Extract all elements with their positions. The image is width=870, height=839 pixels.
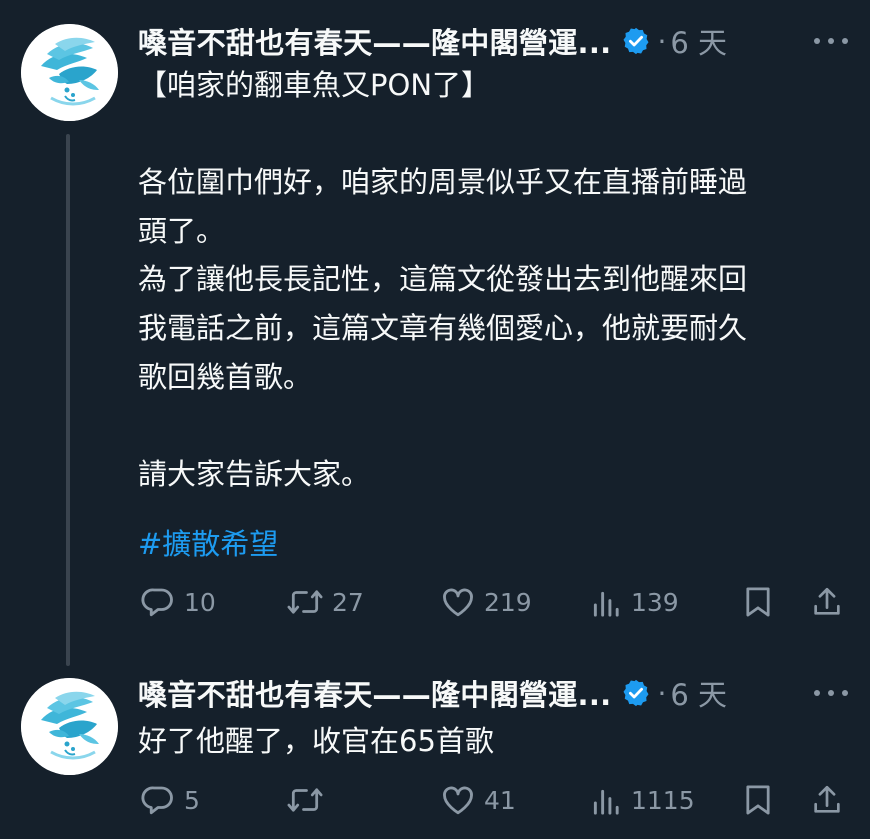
timestamp[interactable]: 6 天 xyxy=(670,672,727,714)
views-button[interactable]: 139 xyxy=(591,582,679,622)
header-separator: · xyxy=(657,24,667,58)
share-button[interactable] xyxy=(810,780,844,820)
more-options-button[interactable] xyxy=(814,683,848,703)
heart-icon xyxy=(443,786,473,815)
tweet-text: 好了他醒了，收官在65首歌 xyxy=(138,724,494,758)
timestamp[interactable]: 6 天 xyxy=(670,20,727,62)
view-count: 139 xyxy=(631,587,679,617)
bookmark-button[interactable] xyxy=(742,582,774,622)
like-button[interactable]: 41 xyxy=(440,780,516,820)
retweet-button[interactable]: 27 xyxy=(286,582,364,622)
views-icon xyxy=(593,591,619,617)
verified-badge-icon xyxy=(623,679,649,707)
share-button[interactable] xyxy=(810,582,844,622)
tweet-header: 嗓音不甜也有春天——隆中閣營運... · 6 天 xyxy=(138,671,727,715)
reply-count: 10 xyxy=(184,587,216,617)
more-icon xyxy=(814,690,820,696)
view-count: 1115 xyxy=(631,785,695,815)
reply-button[interactable]: 10 xyxy=(140,582,216,622)
heart-icon xyxy=(443,588,473,617)
bookmark-button[interactable] xyxy=(742,780,774,820)
reply-icon xyxy=(141,786,173,815)
like-button[interactable]: 219 xyxy=(440,582,532,622)
author-display-name[interactable]: 嗓音不甜也有春天——隆中閣營運... xyxy=(138,672,611,714)
views-button[interactable]: 1115 xyxy=(591,780,695,820)
more-icon xyxy=(814,38,820,44)
tweet-text: 【咱家的翻車魚又PON了】 各位圍巾們好，咱家的周景似乎又在直播前睡過 頭了。 … xyxy=(138,68,748,491)
avatar[interactable] xyxy=(21,24,118,121)
header-separator: · xyxy=(657,676,667,710)
bird-logo-icon xyxy=(21,24,118,121)
bird-logo-icon xyxy=(21,678,118,775)
retweet-icon xyxy=(287,590,323,614)
share-icon xyxy=(814,587,840,615)
share-icon xyxy=(814,785,840,813)
reply-count: 5 xyxy=(184,785,200,815)
retweet-button[interactable] xyxy=(286,780,332,820)
tweet[interactable]: 嗓音不甜也有春天——隆中閣營運... · 6 天 好了他醒了，收官在65首歌 5 xyxy=(0,660,870,839)
hashtag-link[interactable]: #擴散希望 xyxy=(138,520,278,569)
like-count: 219 xyxy=(484,587,532,617)
reply-button[interactable]: 5 xyxy=(140,780,200,820)
bookmark-icon xyxy=(746,785,770,815)
more-options-button[interactable] xyxy=(814,31,848,51)
tweet-actions: 5 41 1115 xyxy=(138,780,850,820)
bookmark-icon xyxy=(746,587,770,617)
views-icon xyxy=(593,789,619,815)
tweet-actions: 10 27 219 139 xyxy=(138,582,850,622)
like-count: 41 xyxy=(484,785,516,815)
retweet-count: 27 xyxy=(332,587,364,617)
retweet-icon xyxy=(287,788,323,812)
avatar[interactable] xyxy=(21,678,118,775)
verified-badge-icon xyxy=(623,27,649,55)
reply-icon xyxy=(141,588,173,617)
tweet-header: 嗓音不甜也有春天——隆中閣營運... · 6 天 xyxy=(138,19,727,63)
tweet[interactable]: 嗓音不甜也有春天——隆中閣營運... · 6 天 【咱家的翻車魚又PON了】 各… xyxy=(0,0,870,660)
author-display-name[interactable]: 嗓音不甜也有春天——隆中閣營運... xyxy=(138,20,611,62)
